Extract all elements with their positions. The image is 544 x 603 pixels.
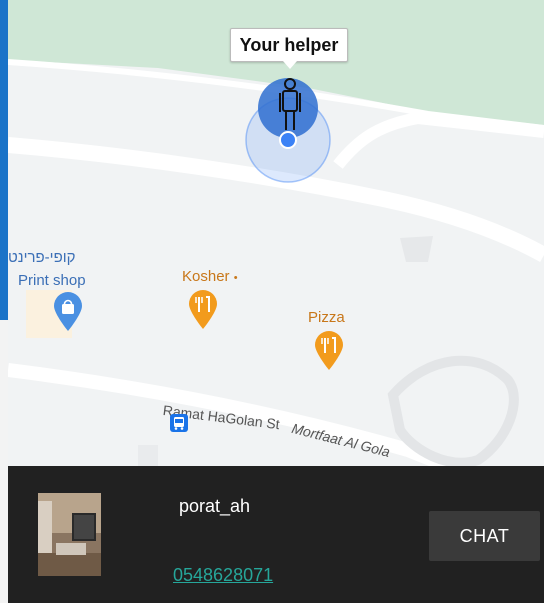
restaurant-icon[interactable]: [314, 331, 344, 371]
kosher-label: Kosher •: [182, 268, 238, 285]
avatar: [38, 493, 101, 576]
pizza-label: Pizza: [308, 309, 345, 326]
your-helper-callout: Your helper: [230, 28, 348, 69]
bus-icon[interactable]: [170, 414, 188, 432]
helper-info-bar: porat_ah 0548628071 CHAT: [8, 466, 544, 603]
helper-phone-link[interactable]: 0548628071: [173, 565, 273, 586]
map-view[interactable]: Your helper קופי-פרינט Print shop Kosher…: [8, 0, 544, 466]
print-shop-hebrew-label: קופי-פרינט: [8, 249, 76, 266]
restaurant-icon[interactable]: [188, 290, 218, 330]
print-shop-label: Print shop: [18, 272, 86, 289]
helper-username: porat_ah: [179, 496, 251, 516]
left-edge-strip: [0, 0, 8, 603]
map-base: [8, 0, 544, 466]
shopping-bag-icon[interactable]: [53, 292, 83, 332]
chat-button[interactable]: CHAT: [429, 511, 540, 561]
person-icon: [279, 78, 301, 130]
